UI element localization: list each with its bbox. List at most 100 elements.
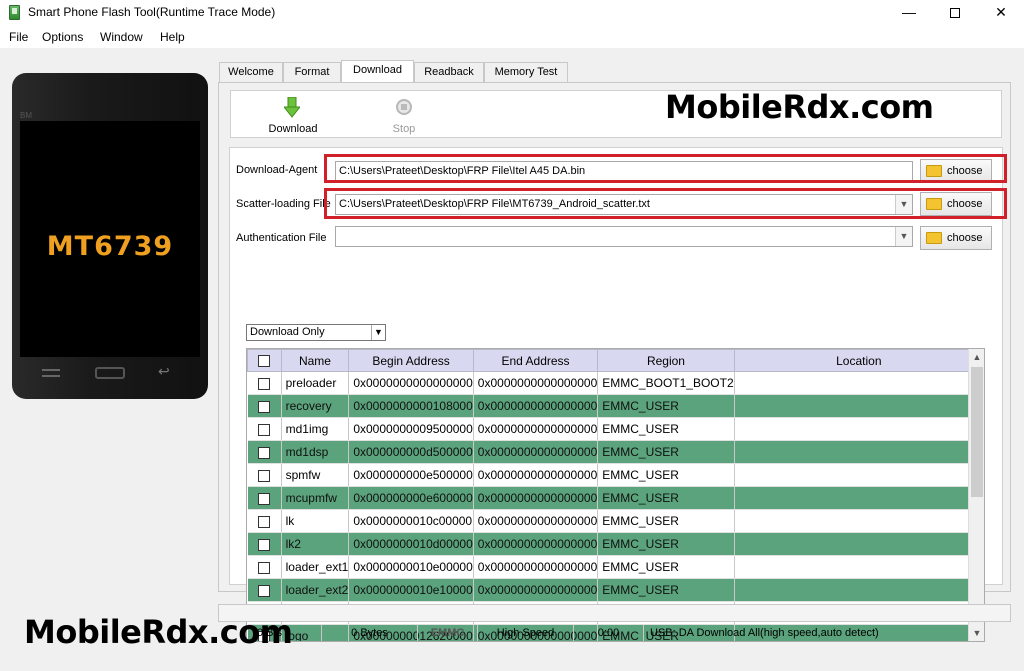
tab-memory-test[interactable]: Memory Test <box>484 62 568 82</box>
table-scrollbar[interactable]: ▲ ▼ <box>968 349 984 641</box>
tab-welcome[interactable]: Welcome <box>219 62 283 82</box>
table-row[interactable]: md1img 0x0000000009500000 0x00000000000000… <box>247 417 984 441</box>
table-row[interactable]: loader_ext2 0x0000000010e10000 0x000000000… <box>247 578 984 602</box>
maximize-button[interactable] <box>932 0 978 26</box>
table-row[interactable]: lk 0x0000000010c00000 0x0000000000000000 EM… <box>247 509 984 533</box>
cell-region: EMMC_USER <box>597 440 735 464</box>
col-location-header[interactable]: Location <box>733 349 984 372</box>
cell-end: 0x0000000000000000 <box>473 555 599 579</box>
table-row[interactable]: loader_ext1 0x0000000010e00000 0x000000000… <box>247 555 984 579</box>
row-checkbox-cell[interactable] <box>247 417 282 441</box>
row-checkbox-cell[interactable] <box>247 440 282 464</box>
auth-file-choose-button[interactable]: choose <box>920 226 992 250</box>
cell-end: 0x0000000000000000 <box>473 463 599 487</box>
row-checkbox-cell[interactable] <box>247 486 282 510</box>
download-arrow-icon <box>284 97 300 118</box>
download-mode-value: Download Only <box>250 326 325 338</box>
download-agent-highlight <box>324 154 1007 183</box>
table-row[interactable]: lk2 0x0000000010d00000 0x0000000000000000 E… <box>247 532 984 556</box>
table-row[interactable]: mcupmfw 0x000000000e600000 0x0000000000000… <box>247 486 984 510</box>
close-button[interactable]: ✕ <box>978 0 1024 26</box>
menu-help[interactable]: Help <box>160 30 185 44</box>
col-name-header[interactable]: Name <box>280 349 350 372</box>
cell-begin: 0x000000000e600000 <box>348 486 474 510</box>
scroll-up-icon[interactable]: ▲ <box>969 349 984 365</box>
phone-home-icon <box>95 367 125 379</box>
cell-end: 0x0000000000000000 <box>473 394 599 418</box>
table-row[interactable]: preloader 0x0000000000000000 0x00000000000… <box>247 371 984 395</box>
row-checkbox[interactable] <box>258 492 271 505</box>
row-checkbox-cell[interactable] <box>247 578 282 602</box>
minimize-button[interactable]: — <box>886 0 932 26</box>
cell-name: mcupmfw <box>281 486 350 510</box>
tab-download[interactable]: Download <box>341 60 414 83</box>
row-checkbox[interactable] <box>258 515 271 528</box>
row-checkbox[interactable] <box>258 469 271 482</box>
stop-button[interactable]: Stop <box>374 91 434 137</box>
folder-icon <box>926 232 942 244</box>
cell-end: 0x0000000000000000 <box>473 509 599 533</box>
menu-options[interactable]: Options <box>42 30 83 44</box>
status-bar: 0 B/s 0 Bytes EMMC High Speed 0:00 USB: … <box>218 625 1024 643</box>
download-button[interactable]: Download <box>263 91 323 137</box>
watermark-top: MobileRdx.com <box>665 88 934 126</box>
auth-dropdown-icon[interactable]: ▼ <box>895 227 912 246</box>
table-row[interactable]: spmfw 0x000000000e500000 0x000000000000000… <box>247 463 984 487</box>
cell-begin: 0x000000000d500000 <box>348 440 474 464</box>
row-checkbox[interactable] <box>258 423 271 436</box>
row-checkbox[interactable] <box>258 538 271 551</box>
status-bytes: 0 Bytes <box>322 625 418 641</box>
row-checkbox-cell[interactable] <box>247 394 282 418</box>
cell-name: loader_ext1 <box>281 555 350 579</box>
cell-begin: 0x0000000009500000 <box>348 417 474 441</box>
cell-location <box>734 371 984 395</box>
stop-icon <box>396 99 412 115</box>
cell-region: EMMC_USER <box>597 532 735 556</box>
cell-location <box>734 532 984 556</box>
download-mode-select[interactable]: Download Only ▼ <box>246 324 386 341</box>
table-row[interactable]: md1dsp 0x000000000d500000 0x00000000000000… <box>247 440 984 464</box>
cell-region: EMMC_USER <box>597 394 735 418</box>
table-header-row: Name Begin Address End Address Region Lo… <box>247 349 984 372</box>
cell-end: 0x0000000000000000 <box>473 532 599 556</box>
row-checkbox-cell[interactable] <box>247 555 282 579</box>
stop-button-label: Stop <box>392 123 416 135</box>
cell-begin: 0x0000000010e00000 <box>348 555 474 579</box>
select-all-header[interactable] <box>247 349 282 372</box>
col-end-header[interactable]: End Address <box>472 349 599 372</box>
phone-speaker-text: BM <box>20 111 32 120</box>
table-row[interactable]: recovery 0x0000000000108000 0x000000000000… <box>247 394 984 418</box>
col-region-header[interactable]: Region <box>597 349 735 372</box>
cell-name: preloader <box>281 371 350 395</box>
cell-location <box>734 440 984 464</box>
menu-file[interactable]: File <box>9 30 28 44</box>
auth-file-input[interactable]: ▼ <box>335 226 913 247</box>
row-checkbox[interactable] <box>258 561 271 574</box>
row-checkbox[interactable] <box>258 400 271 413</box>
cell-name: md1img <box>281 417 350 441</box>
tab-format[interactable]: Format <box>283 62 341 82</box>
row-checkbox-cell[interactable] <box>247 371 282 395</box>
row-checkbox[interactable] <box>258 377 271 390</box>
cell-begin: 0x0000000010c00000 <box>348 509 474 533</box>
cell-name: loader_ext2 <box>281 578 350 602</box>
menu-bar: File Options Window Help <box>0 26 1024 48</box>
col-begin-header[interactable]: Begin Address <box>348 349 474 372</box>
select-all-checkbox[interactable] <box>258 355 271 368</box>
cell-region: EMMC_USER <box>597 463 735 487</box>
cell-region: EMMC_USER <box>597 578 735 602</box>
phone-model-label: MT6739 <box>46 231 174 262</box>
row-checkbox-cell[interactable] <box>247 509 282 533</box>
menu-window[interactable]: Window <box>100 30 143 44</box>
row-checkbox[interactable] <box>258 446 271 459</box>
row-checkbox-cell[interactable] <box>247 463 282 487</box>
tab-readback[interactable]: Readback <box>414 62 484 82</box>
cell-region: EMMC_USER <box>597 486 735 510</box>
status-speed: 0 B/s <box>218 625 322 641</box>
choose-label: choose <box>947 232 983 244</box>
scrollbar-thumb[interactable] <box>971 367 983 497</box>
auth-file-label: Authentication File <box>236 232 327 244</box>
row-checkbox-cell[interactable] <box>247 532 282 556</box>
cell-name: md1dsp <box>281 440 350 464</box>
row-checkbox[interactable] <box>258 584 271 597</box>
